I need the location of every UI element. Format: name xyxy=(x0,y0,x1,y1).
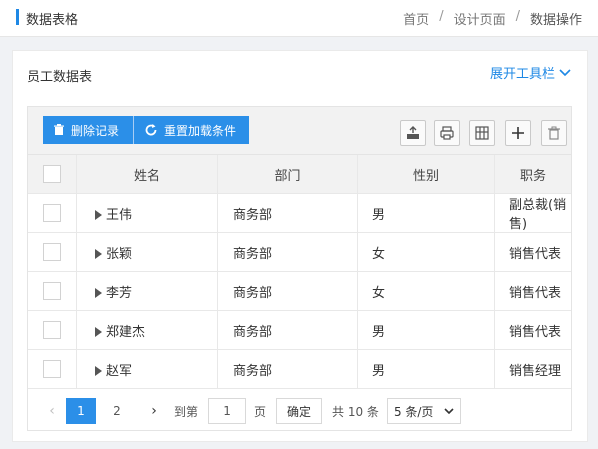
pagination: ‹ 1 2 › 到第 1 页 确定 共 10 条 5 条/页 xyxy=(28,392,571,430)
name-cell: 张颖 xyxy=(76,232,218,272)
data-grid: 删除记录 重置加载条件 姓名 部门 性别 职务 王伟 商务部 男 副总裁(销售)… xyxy=(27,106,572,431)
row-checkbox-cell xyxy=(28,193,77,233)
page-1-button[interactable]: 1 xyxy=(66,398,96,424)
page-size-select[interactable]: 5 条/页 xyxy=(386,398,461,424)
select-all-checkbox[interactable] xyxy=(43,165,61,183)
position-cell: 销售代表 xyxy=(494,232,571,272)
total-count: 共 10 条 xyxy=(332,404,379,419)
employee-name: 王伟 xyxy=(106,207,133,223)
name-cell: 赵军 xyxy=(76,349,218,389)
confirm-page-button[interactable]: 确定 xyxy=(276,398,323,424)
position-cell: 销售经理 xyxy=(494,349,571,389)
dept-cell: 商务部 xyxy=(217,232,358,272)
gender-cell: 男 xyxy=(357,349,495,389)
expand-row-icon[interactable] xyxy=(95,366,102,376)
refresh-icon xyxy=(145,124,157,136)
column-header-gender[interactable]: 性别 xyxy=(357,155,495,194)
grid-toolbar: 删除记录 重置加载条件 xyxy=(28,107,571,155)
breadcrumb-home[interactable]: 首页 xyxy=(403,9,429,28)
row-checkbox[interactable] xyxy=(43,321,61,339)
table-row[interactable]: 王伟 商务部 男 副总裁(销售) xyxy=(28,193,571,233)
row-checkbox-cell xyxy=(28,271,77,311)
row-checkbox-cell xyxy=(28,349,77,389)
expand-row-icon[interactable] xyxy=(95,327,102,337)
delete-records-button[interactable]: 删除记录 xyxy=(43,116,134,144)
employee-name: 张颖 xyxy=(106,246,133,262)
reload-conditions-button[interactable]: 重置加载条件 xyxy=(134,116,249,144)
row-checkbox[interactable] xyxy=(43,360,61,378)
page-2-button[interactable]: 2 xyxy=(102,398,132,424)
page-title: 数据表格 xyxy=(26,13,79,28)
row-checkbox[interactable] xyxy=(43,282,61,300)
row-checkbox-cell xyxy=(28,310,77,350)
employee-name: 郑建杰 xyxy=(106,324,146,340)
expand-toolbar-button[interactable]: 展开工具栏 xyxy=(490,63,571,82)
position-cell: 销售代表 xyxy=(494,310,571,350)
breadcrumb: 首页 / 设计页面 / 数据操作 xyxy=(403,9,582,28)
table-row[interactable]: 李芳 商务部 女 销售代表 xyxy=(28,271,571,311)
delete-records-label: 删除记录 xyxy=(71,123,120,138)
column-header-name[interactable]: 姓名 xyxy=(76,155,218,194)
expand-row-icon[interactable] xyxy=(95,249,102,259)
breadcrumb-design[interactable]: 设计页面 xyxy=(454,9,506,28)
chevron-down-icon xyxy=(444,408,454,414)
prev-page-icon[interactable]: ‹ xyxy=(42,403,62,419)
trash-icon xyxy=(54,124,64,135)
column-header-dept[interactable]: 部门 xyxy=(217,155,358,194)
table-row[interactable]: 赵军 商务部 男 销售经理 xyxy=(28,349,571,389)
trash-icon[interactable] xyxy=(541,120,567,146)
goto-suffix: 页 xyxy=(254,404,267,419)
top-bar: 数据表格 首页 / 设计页面 / 数据操作 xyxy=(0,0,598,37)
column-header-position[interactable]: 职务 xyxy=(494,155,571,194)
reload-conditions-label: 重置加载条件 xyxy=(164,123,237,138)
row-checkbox-cell xyxy=(28,232,77,272)
title-accent xyxy=(16,9,19,25)
card-header: 员工数据表 展开工具栏 xyxy=(13,51,587,95)
gender-cell: 男 xyxy=(357,310,495,350)
print-icon[interactable] xyxy=(434,120,460,146)
dept-cell: 商务部 xyxy=(217,271,358,311)
goto-page-input[interactable]: 1 xyxy=(208,398,247,424)
page-size-value: 5 条/页 xyxy=(393,404,434,419)
name-cell: 李芳 xyxy=(76,271,218,311)
breadcrumb-current: 数据操作 xyxy=(529,13,582,28)
next-page-icon[interactable]: › xyxy=(144,403,164,419)
employee-table: 姓名 部门 性别 职务 王伟 商务部 男 副总裁(销售) 张颖 商务部 女 销售… xyxy=(28,155,571,389)
name-cell: 王伟 xyxy=(76,193,218,233)
table-row[interactable]: 郑建杰 商务部 男 销售代表 xyxy=(28,310,571,350)
expand-row-icon[interactable] xyxy=(95,288,102,298)
employee-name: 赵军 xyxy=(106,363,133,379)
dept-cell: 商务部 xyxy=(217,310,358,350)
gender-cell: 女 xyxy=(357,232,495,272)
dept-cell: 商务部 xyxy=(217,193,358,233)
name-cell: 郑建杰 xyxy=(76,310,218,350)
position-cell: 副总裁(销售) xyxy=(494,193,571,233)
chevron-down-icon xyxy=(559,68,571,76)
dept-cell: 商务部 xyxy=(217,349,358,389)
export-icon[interactable] xyxy=(400,120,426,146)
card-title: 员工数据表 xyxy=(27,70,93,85)
position-cell: 销售代表 xyxy=(494,271,571,311)
data-card: 员工数据表 展开工具栏 删除记录 重置加载条件 姓名 部门 性别 职务 王伟 商… xyxy=(12,50,588,442)
row-checkbox[interactable] xyxy=(43,243,61,261)
goto-prefix: 到第 xyxy=(174,404,199,419)
breadcrumb-separator: / xyxy=(439,9,444,24)
row-checkbox[interactable] xyxy=(43,204,61,222)
gender-cell: 男 xyxy=(357,193,495,233)
expand-row-icon[interactable] xyxy=(95,210,102,220)
table-row[interactable]: 张颖 商务部 女 销售代表 xyxy=(28,232,571,272)
gender-cell: 女 xyxy=(357,271,495,311)
add-icon[interactable] xyxy=(505,120,531,146)
expand-toolbar-label: 展开工具栏 xyxy=(489,67,555,82)
select-all-cell xyxy=(28,155,77,194)
employee-name: 李芳 xyxy=(106,285,133,301)
breadcrumb-separator: / xyxy=(515,9,520,24)
columns-icon[interactable] xyxy=(469,120,495,146)
table-header-row: 姓名 部门 性别 职务 xyxy=(28,155,571,194)
